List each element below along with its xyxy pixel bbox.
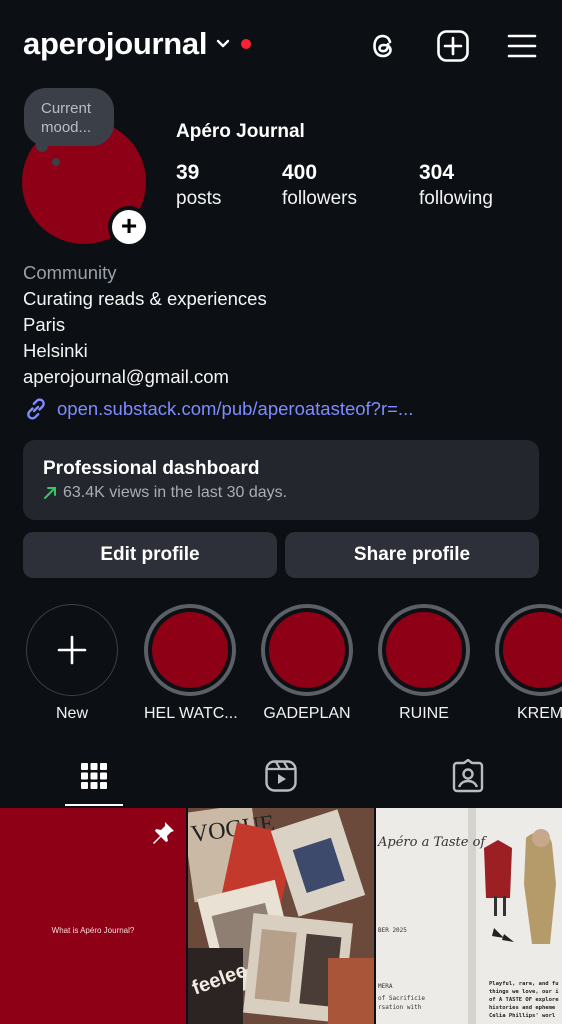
new-highlight-button[interactable]: New (26, 604, 118, 723)
svg-text:of Sacrificie: of Sacrificie (378, 995, 425, 1002)
highlight-label: KREM (517, 705, 562, 722)
magazine-collage-image: VOGUE feelee (188, 808, 374, 1024)
bio-line: Helsinki (23, 340, 88, 361)
following-count: 304 (419, 161, 455, 184)
following-label: following (419, 188, 493, 209)
followers-count: 400 (282, 161, 318, 184)
post-caption: What is Apéro Journal? (51, 926, 135, 935)
highlight-label: GADEPLAN (263, 705, 351, 722)
profile-link-text: open.substack.com/pub/aperoatasteof?r=..… (57, 398, 414, 419)
threads-button[interactable] (366, 28, 402, 64)
trend-up-icon (44, 487, 56, 499)
create-plus-icon (437, 30, 469, 62)
tab-tagged[interactable] (448, 756, 488, 796)
highlight-item[interactable]: KREM (495, 604, 562, 723)
dashboard-title: Professional dashboard (43, 458, 260, 479)
create-button[interactable] (435, 28, 471, 64)
svg-text:BER 2025: BER 2025 (378, 927, 407, 934)
share-profile-button[interactable]: Share profile (285, 532, 539, 578)
tab-reels[interactable] (261, 756, 301, 796)
menu-icon (507, 34, 537, 58)
highlight-item[interactable]: RUINE (378, 604, 470, 723)
bio-line: Curating reads & experiences (23, 288, 267, 309)
posts-label: posts (176, 188, 222, 209)
post-tile[interactable]: VOGUE feelee (188, 808, 374, 1024)
bio-line: Paris (23, 314, 66, 335)
post-tile[interactable]: Apéro a Taste of BER 2025 MERA of Sacrif… (376, 808, 562, 1024)
svg-text:Playful, rare, and fu: Playful, rare, and fu (489, 981, 559, 987)
bio: Community Curating reads & experiences P… (23, 260, 267, 390)
highlight-item[interactable]: HEL WATC... (144, 604, 238, 723)
mood-note[interactable]: Current mood... (24, 88, 114, 146)
svg-text:rsation with: rsation with (378, 1004, 422, 1011)
plus-icon: + (112, 210, 146, 244)
professional-dashboard[interactable]: Professional dashboard 63.4K views in th… (23, 440, 539, 520)
new-highlight-circle (26, 604, 118, 696)
username: aperojournal (23, 26, 208, 61)
following-stat[interactable]: 304 following (419, 160, 493, 212)
edit-profile-button[interactable]: Edit profile (23, 532, 277, 578)
bio-email[interactable]: aperojournal@gmail.com (23, 364, 267, 390)
grid-icon (81, 763, 107, 789)
menu-button[interactable] (504, 28, 540, 64)
profile-link[interactable]: open.substack.com/pub/aperoatasteof?r=..… (23, 396, 413, 422)
highlight-label: New (55, 705, 88, 722)
highlight-cover (378, 604, 470, 696)
svg-text:histories and epheme: histories and epheme (489, 1005, 556, 1011)
highlight-label: RUINE (399, 705, 449, 722)
posts-count: 39 (176, 161, 200, 184)
post-tile[interactable]: What is Apéro Journal? (0, 808, 186, 1024)
svg-text:Apéro a Taste of: Apéro a Taste of (377, 835, 487, 850)
chevron-down-icon (216, 39, 230, 48)
threads-icon (373, 34, 392, 58)
tab-grid[interactable] (74, 756, 114, 796)
svg-text:of A TASTE OF explore: of A TASTE OF explore (489, 997, 559, 1003)
plus-icon (57, 635, 87, 665)
svg-text:Celia Phillips' worl: Celia Phillips' worl (489, 1013, 555, 1019)
reels-icon (265, 760, 297, 792)
link-icon (27, 398, 45, 420)
mood-bubble-dot (52, 158, 60, 166)
svg-text:things we love, our i: things we love, our i (489, 989, 559, 995)
posts-stat[interactable]: 39 posts (176, 160, 221, 212)
tagged-icon (452, 759, 484, 793)
username-dropdown[interactable]: aperojournal (23, 26, 252, 62)
active-tab-indicator (65, 804, 123, 806)
highlight-cover (144, 604, 236, 696)
highlight-item[interactable]: GADEPLAN (261, 604, 353, 723)
highlight-label: HEL WATC... (144, 705, 238, 722)
profile-category: Community (23, 262, 117, 283)
svg-text:MERA: MERA (378, 983, 393, 990)
add-story-button[interactable]: + (108, 206, 150, 248)
pin-icon (153, 822, 174, 844)
full-name: Apéro Journal (176, 121, 305, 142)
followers-stat[interactable]: 400 followers (282, 160, 357, 212)
notification-dot (241, 39, 252, 49)
followers-label: followers (282, 188, 357, 209)
highlight-cover (495, 604, 562, 696)
dashboard-subtitle: 63.4K views in the last 30 days. (43, 482, 539, 504)
magazine-spread-image: Apéro a Taste of BER 2025 MERA of Sacrif… (376, 808, 562, 1024)
highlight-cover (261, 604, 353, 696)
